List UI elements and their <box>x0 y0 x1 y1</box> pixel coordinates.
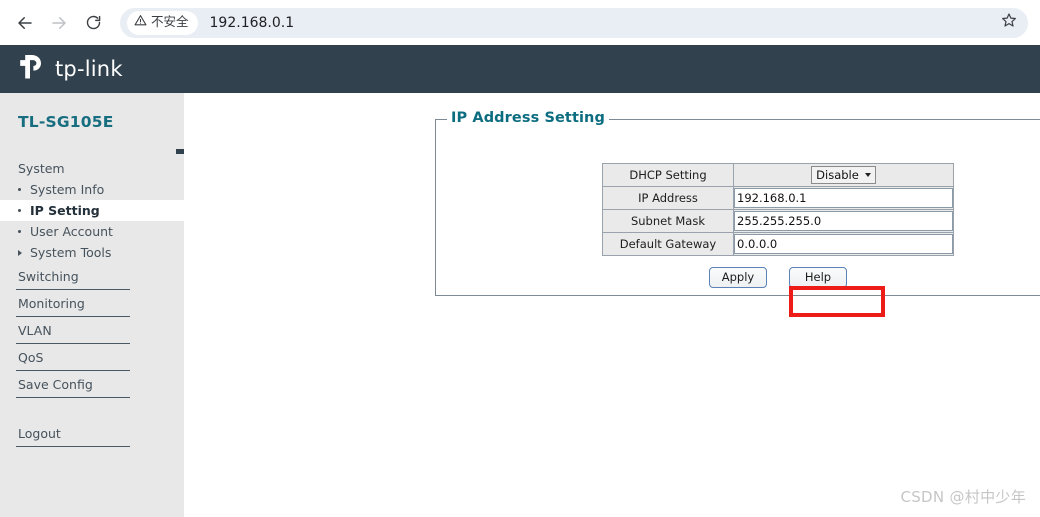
security-status-chip[interactable]: 不安全 <box>127 10 198 35</box>
sidebar-item-save-config[interactable]: Save Config <box>0 371 184 395</box>
sidebar-edge-marker <box>176 149 184 154</box>
router-admin-page: tp-link TL-SG105E System System Info IP … <box>0 45 1040 517</box>
main-content: IP Address Setting DHCP Setting Disable <box>184 93 1040 517</box>
row-label-ip-address: IP Address <box>602 186 734 210</box>
bullet-icon <box>18 230 21 233</box>
sidebar-item-label: System Info <box>30 182 105 197</box>
ip-address-setting-panel: IP Address Setting DHCP Setting Disable <box>435 110 1040 296</box>
sidebar-item-monitoring[interactable]: Monitoring <box>0 290 184 314</box>
brand-header: tp-link <box>0 45 1040 93</box>
star-icon <box>1001 12 1017 33</box>
reload-button[interactable] <box>78 8 108 38</box>
sidebar-nav: System System Info IP Setting User Accou… <box>0 161 184 451</box>
address-bar[interactable]: 不安全 192.168.0.1 <box>120 7 1028 38</box>
reload-icon <box>85 14 102 31</box>
sidebar-item-system-info[interactable]: System Info <box>0 179 184 200</box>
browser-toolbar: 不安全 192.168.0.1 <box>0 0 1040 45</box>
page-body: TL-SG105E System System Info IP Setting … <box>0 93 1040 517</box>
sidebar-item-user-account[interactable]: User Account <box>0 221 184 242</box>
sidebar-item-vlan[interactable]: VLAN <box>0 317 184 341</box>
sidebar-item-qos[interactable]: QoS <box>0 344 184 368</box>
row-label-subnet-mask: Subnet Mask <box>602 209 734 233</box>
row-value-ip-address <box>733 186 954 210</box>
tp-link-logo-icon <box>18 54 48 85</box>
help-button[interactable]: Help <box>789 267 847 288</box>
url-text: 192.168.0.1 <box>209 14 295 31</box>
sidebar: TL-SG105E System System Info IP Setting … <box>0 93 184 517</box>
table-row: IP Address <box>602 186 954 210</box>
default-gateway-input[interactable] <box>734 234 953 254</box>
row-value-subnet-mask <box>733 209 954 233</box>
apply-button[interactable]: Apply <box>709 267 767 288</box>
action-buttons: Apply Help <box>602 267 954 288</box>
device-model-label: TL-SG105E <box>18 113 114 131</box>
tp-link-logo: tp-link <box>18 54 123 85</box>
row-value-dhcp-setting: Disable <box>733 163 954 187</box>
brand-name: tp-link <box>55 57 123 81</box>
sidebar-item-switching[interactable]: Switching <box>0 263 184 287</box>
sidebar-item-label: System Tools <box>30 245 112 260</box>
subnet-mask-input[interactable] <box>734 211 953 231</box>
table-row: Default Gateway <box>602 232 954 256</box>
sidebar-item-label: IP Setting <box>30 203 100 218</box>
dhcp-setting-selected-value: Disable <box>816 168 859 182</box>
watermark-text: CSDN @村中少年 <box>900 488 1026 506</box>
bookmark-button[interactable] <box>996 10 1022 36</box>
bullet-icon <box>18 209 21 212</box>
arrow-left-icon <box>16 14 34 32</box>
sidebar-divider <box>16 446 130 447</box>
chevron-down-icon <box>864 173 871 177</box>
panel-title: IP Address Setting <box>447 110 609 126</box>
dhcp-setting-select[interactable]: Disable <box>811 166 876 184</box>
row-label-default-gateway: Default Gateway <box>602 232 734 256</box>
table-row: DHCP Setting Disable <box>602 163 954 187</box>
sidebar-group-system[interactable]: System <box>0 161 184 179</box>
sidebar-item-logout[interactable]: Logout <box>0 420 184 444</box>
table-row: Subnet Mask <box>602 209 954 233</box>
sidebar-item-label: User Account <box>30 224 113 239</box>
row-label-dhcp-setting: DHCP Setting <box>602 163 734 187</box>
ip-address-input[interactable] <box>734 188 953 208</box>
row-value-default-gateway <box>733 232 954 256</box>
sidebar-item-system-tools[interactable]: System Tools <box>0 242 184 263</box>
ip-settings-table: DHCP Setting Disable IP Address 192.168.… <box>602 163 954 256</box>
arrow-right-icon <box>50 14 68 32</box>
back-button[interactable] <box>10 8 40 38</box>
chevron-right-icon <box>18 249 22 256</box>
bullet-icon <box>18 188 21 191</box>
security-status-label: 不安全 <box>151 14 189 30</box>
forward-button[interactable] <box>44 8 74 38</box>
sidebar-item-ip-setting[interactable]: IP Setting <box>0 200 184 221</box>
warning-triangle-icon <box>134 14 147 32</box>
